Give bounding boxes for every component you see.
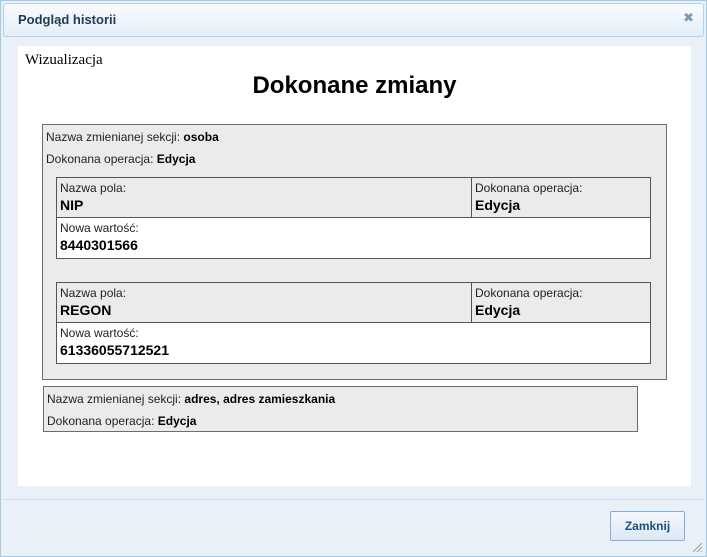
field-name-value: REGON (60, 302, 112, 318)
dialog-titlebar[interactable]: Podgląd historii ✖ (3, 3, 704, 37)
new-value: 61336055712521 (60, 342, 170, 358)
field-new-value-row: Nowa wartość: 61336055712521 (57, 323, 650, 363)
dialog-content: Wizualizacja Dokonane zmiany Nazwa zmien… (18, 46, 691, 486)
field-name-label: Nazwa pola: (60, 286, 127, 300)
close-icon[interactable]: ✖ (683, 11, 694, 26)
section-operation-value: Edycja (157, 414, 197, 428)
resize-handle-icon[interactable] (691, 541, 703, 553)
history-preview-dialog: Podgląd historii ✖ Wizualizacja Dokonane… (0, 0, 707, 557)
field-operation-cell: Dokonana operacja: Edycja (472, 178, 650, 217)
new-value: 8440301566 (60, 237, 138, 253)
field-operation-label: Dokonana operacja: (475, 286, 583, 300)
section-name-line: Nazwa zmienianej sekcji: osoba (46, 130, 219, 144)
field-name-cell: Nazwa pola: NIP (57, 178, 472, 217)
new-value-label: Nowa wartość: (60, 221, 139, 235)
changed-section: Nazwa zmienianej sekcji: adres, adres za… (43, 386, 638, 432)
field-name-cell: Nazwa pola: REGON (57, 283, 472, 322)
close-button[interactable]: Zamknij (610, 511, 685, 541)
changed-section: Nazwa zmienianej sekcji: osoba Dokonana … (42, 124, 667, 380)
field-operation-value: Edycja (475, 302, 521, 318)
section-operation-label: Dokonana operacja: (46, 152, 154, 166)
page-title: Dokonane zmiany (252, 72, 457, 99)
section-operation-value: Edycja (156, 152, 196, 166)
section-name-line: Nazwa zmienianej sekcji: adres, adres za… (47, 392, 335, 406)
section-name-value: osoba (183, 130, 219, 144)
field-change-table: Nazwa pola: NIP Dokonana operacja: Edycj… (56, 177, 651, 259)
dialog-title: Podgląd historii (18, 12, 117, 27)
field-header-row: Nazwa pola: NIP Dokonana operacja: Edycj… (57, 178, 650, 218)
section-operation-line: Dokonana operacja: Edycja (47, 414, 196, 428)
section-name-value: adres, adres zamieszkania (184, 392, 336, 406)
field-new-value-row: Nowa wartość: 8440301566 (57, 218, 650, 258)
field-name-label: Nazwa pola: (60, 181, 127, 195)
field-operation-label: Dokonana operacja: (475, 181, 583, 195)
field-operation-cell: Dokonana operacja: Edycja (472, 283, 650, 322)
field-change-table: Nazwa pola: REGON Dokonana operacja: Edy… (56, 282, 651, 364)
dialog-footer-divider (3, 499, 704, 500)
section-operation-label: Dokonana operacja: (47, 414, 155, 428)
section-name-label: Nazwa zmienianej sekcji: (46, 130, 181, 144)
section-name-label: Nazwa zmienianej sekcji: (47, 392, 182, 406)
visualization-label: Wizualizacja (25, 52, 103, 68)
new-value-label: Nowa wartość: (60, 326, 139, 340)
field-name-value: NIP (60, 197, 84, 213)
field-header-row: Nazwa pola: REGON Dokonana operacja: Edy… (57, 283, 650, 323)
section-operation-line: Dokonana operacja: Edycja (46, 152, 195, 166)
field-operation-value: Edycja (475, 197, 521, 213)
